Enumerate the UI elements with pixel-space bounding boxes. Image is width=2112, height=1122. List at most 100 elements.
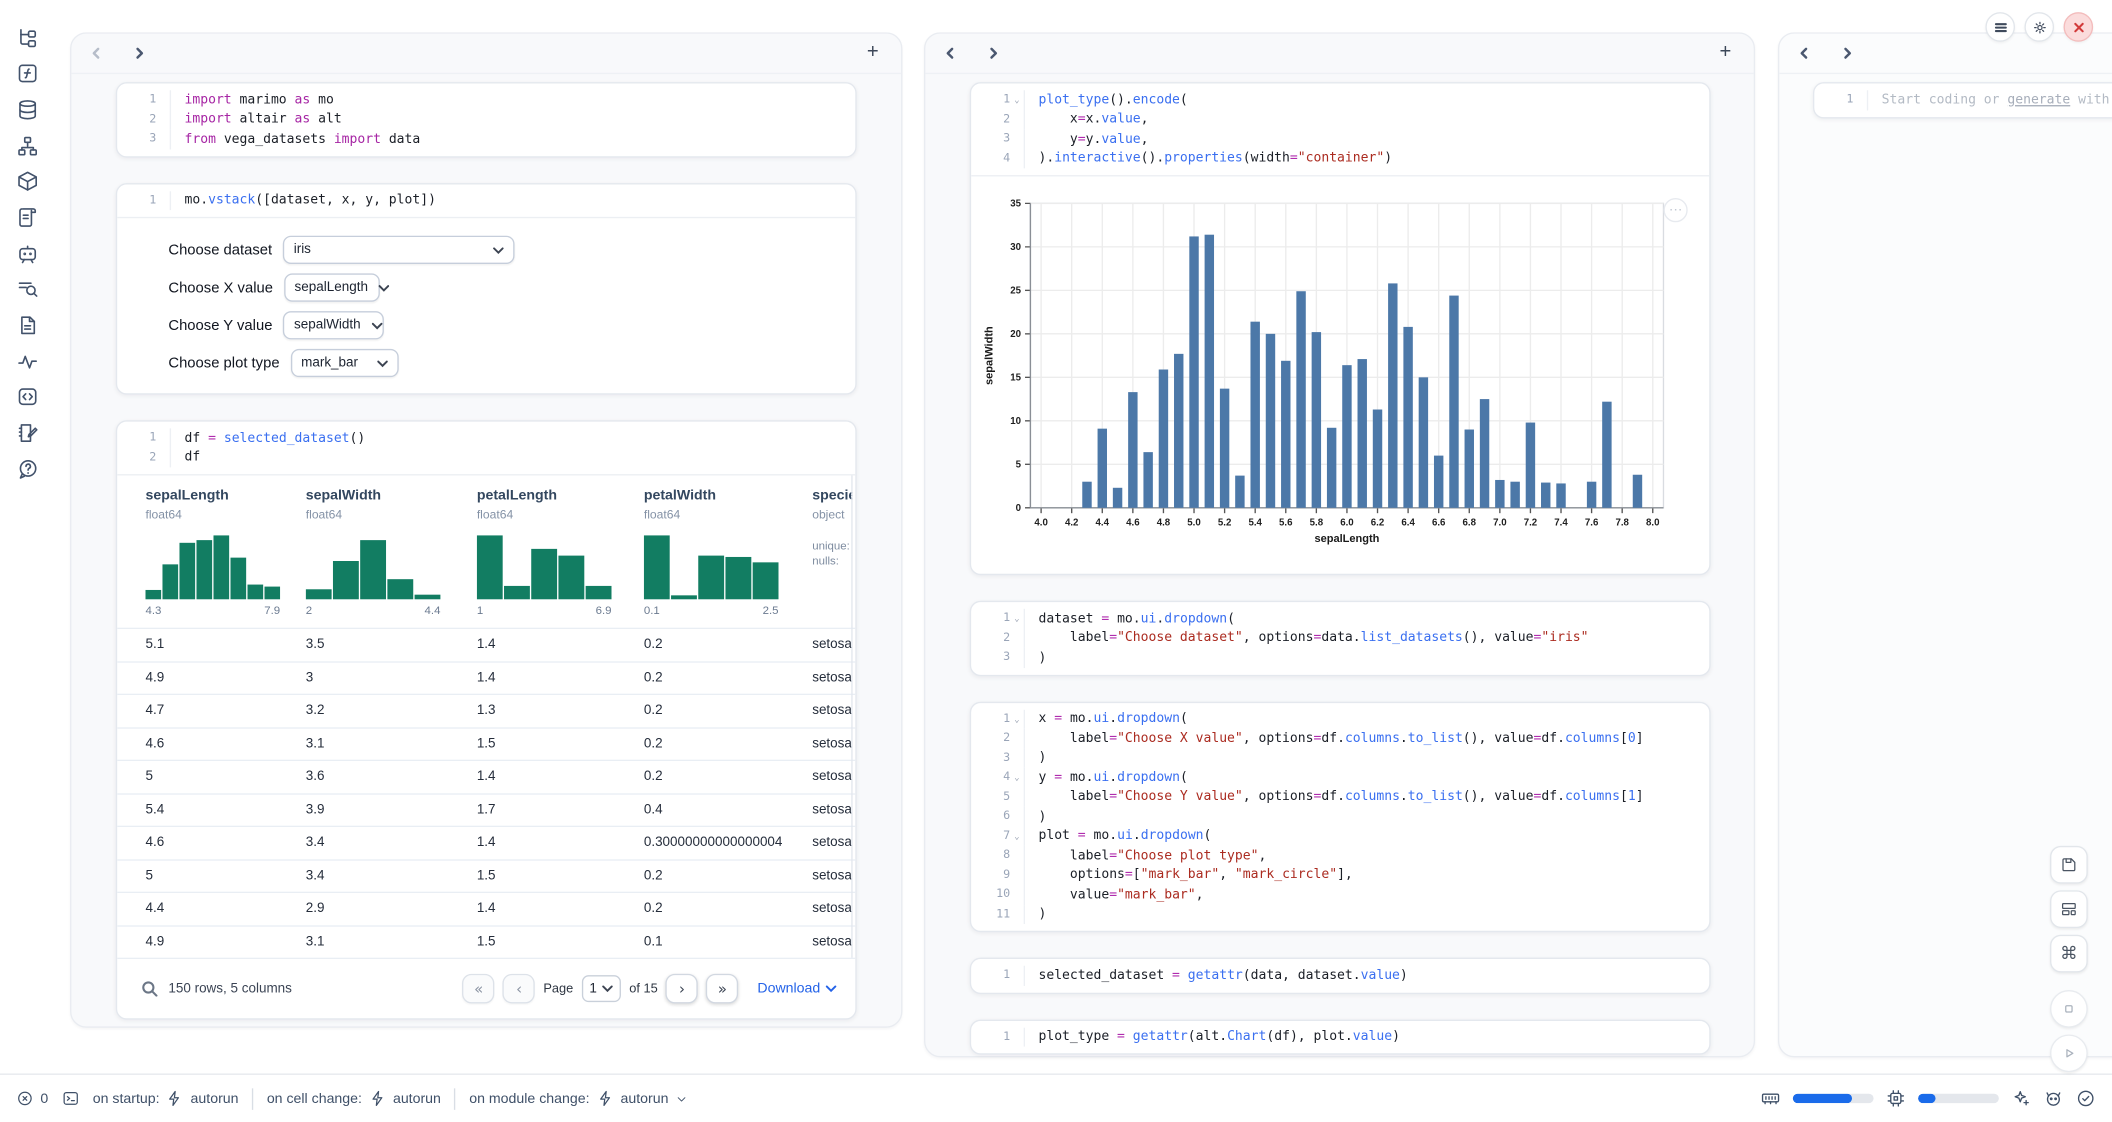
add-cell-button[interactable]: + (1713, 40, 1737, 64)
code-text[interactable]: import altair as alt (185, 112, 342, 127)
code-line[interactable]: 2 x=x.value, (979, 110, 1698, 130)
table-row[interactable]: 53.61.40.2setosa (117, 760, 855, 793)
table-row[interactable]: 5.13.51.40.2setosa (117, 628, 855, 661)
column-name[interactable]: petalWidth (644, 488, 812, 504)
save-button[interactable] (2050, 846, 2088, 884)
runtime-on-cell-change[interactable]: on cell change: autorun (267, 1090, 441, 1108)
table-scroll-divider[interactable] (851, 475, 852, 957)
cpu-indicator[interactable] (1886, 1088, 1906, 1108)
sidebar-item-function-square[interactable] (7, 57, 47, 89)
column-name[interactable]: species (812, 488, 852, 504)
copilot-button[interactable] (2043, 1088, 2063, 1108)
dropdown-select[interactable]: sepalLength (284, 273, 380, 301)
dropdown-select[interactable]: mark_bar (290, 349, 398, 377)
bar-chart[interactable]: 051015202530354.04.24.44.64.85.05.25.45.… (979, 185, 1709, 566)
code-text[interactable]: label="Choose dataset", options=data.lis… (1038, 631, 1588, 646)
code-text[interactable]: options=["mark_bar", "mark_circle"], (1038, 868, 1352, 883)
code-line[interactable]: 4⌄y = mo.ui.dropdown( (979, 768, 1698, 788)
code-text[interactable]: df (185, 450, 201, 465)
fold-chevron-icon[interactable]: ⌄ (1010, 613, 1023, 624)
sidebar-item-help-bubble[interactable] (7, 453, 47, 485)
code-line[interactable]: 2 label="Choose dataset", options=data.l… (979, 628, 1698, 648)
table-column-header[interactable]: petalLengthfloat6416.9 (477, 488, 644, 617)
code-text[interactable]: value="mark_bar", (1038, 887, 1203, 902)
search-icon[interactable] (141, 981, 157, 997)
table-row[interactable]: 4.73.21.30.2setosa (117, 694, 855, 727)
code-line[interactable]: 1import marimo as mo (125, 90, 844, 110)
code-text[interactable]: df = selected_dataset() (185, 431, 366, 446)
fold-chevron-icon[interactable]: ⌄ (1010, 831, 1023, 842)
sidebar-item-file-tree[interactable] (7, 22, 47, 54)
column-prev-button[interactable] (939, 43, 961, 65)
layout-button[interactable] (2050, 890, 2088, 928)
code-line[interactable]: 2import altair as alt (125, 110, 844, 130)
code-line[interactable]: 10 value="mark_bar", (979, 885, 1698, 905)
sidebar-item-chat-bot[interactable] (7, 237, 47, 269)
code-line[interactable]: 3 y=y.value, (979, 129, 1698, 149)
dropdown-select[interactable]: sepalWidth (283, 311, 384, 339)
code-text[interactable]: plot_type = getattr(alt.Chart(df), plot.… (1038, 1029, 1399, 1044)
code-text[interactable]: ) (1038, 650, 1046, 665)
code-text[interactable]: ) (1038, 751, 1046, 766)
code-line[interactable]: 1⌄x = mo.ui.dropdown( (979, 709, 1698, 729)
settings-button[interactable] (2024, 12, 2054, 42)
table-column-header[interactable]: sepalWidthfloat6424.4 (306, 488, 477, 617)
code-line[interactable]: 1plot_type = getattr(alt.Chart(df), plot… (979, 1027, 1698, 1047)
code-line[interactable]: 2 label="Choose X value", options=df.col… (979, 729, 1698, 749)
code-text[interactable]: from vega_datasets import data (185, 132, 421, 147)
table-row[interactable]: 5.43.91.70.4setosa (117, 793, 855, 826)
close-button[interactable] (2064, 12, 2094, 42)
code-line[interactable]: 7⌄plot = mo.ui.dropdown( (979, 826, 1698, 846)
terminal-button[interactable] (62, 1090, 80, 1108)
bar-chart-svg[interactable]: 051015202530354.04.24.44.64.85.05.25.45.… (979, 185, 1698, 559)
dropdown-select[interactable]: iris (283, 236, 515, 264)
chart-menu-button[interactable]: ⋯ (1663, 198, 1687, 222)
code-line[interactable]: 1⌄dataset = mo.ui.dropdown( (979, 609, 1698, 629)
fold-chevron-icon[interactable]: ⌄ (1010, 714, 1023, 725)
memory-indicator[interactable] (1760, 1088, 1780, 1108)
column-name[interactable]: sepalWidth (306, 488, 477, 504)
page-number-select[interactable]: 1 (581, 975, 621, 1002)
code-text[interactable]: y = mo.ui.dropdown( (1038, 770, 1187, 785)
code-line[interactable]: 5 label="Choose Y value", options=df.col… (979, 787, 1698, 807)
code-text[interactable]: dataset = mo.ui.dropdown( (1038, 611, 1235, 626)
code-line[interactable]: 1mo.vstack([dataset, x, y, plot]) (125, 191, 844, 211)
code-text[interactable]: ) (1038, 809, 1046, 824)
code-line[interactable]: 2df (125, 448, 844, 468)
runtime-on-startup[interactable]: on startup: autorun (93, 1090, 239, 1108)
code-text[interactable]: x = mo.ui.dropdown( (1038, 712, 1187, 727)
sidebar-item-notebook-edit[interactable] (7, 417, 47, 449)
menu-button[interactable] (1985, 12, 2015, 42)
code-text[interactable]: label="Choose Y value", options=df.colum… (1038, 790, 1643, 805)
code-text[interactable]: label="Choose X value", options=df.colum… (1038, 731, 1643, 746)
code-text[interactable]: ) (1038, 907, 1046, 922)
keyboard-shortcuts-button[interactable]: ⌘ (2050, 935, 2088, 973)
column-name[interactable]: petalLength (477, 488, 644, 504)
code-line[interactable]: 9 options=["mark_bar", "mark_circle"], (979, 865, 1698, 885)
fold-chevron-icon[interactable]: ⌄ (1010, 772, 1023, 783)
sidebar-item-package-cube[interactable] (7, 165, 47, 197)
code-text[interactable]: plot = mo.ui.dropdown( (1038, 829, 1211, 844)
table-column-header[interactable]: speciesobjectunique:nulls: (812, 488, 852, 617)
code-line[interactable]: 1 Start coding or generate with (1822, 90, 2112, 110)
code-line[interactable]: 8 label="Choose plot type", (979, 846, 1698, 866)
download-button[interactable]: Download (757, 981, 836, 997)
code-line[interactable]: 1df = selected_dataset() (125, 428, 844, 448)
column-next-button[interactable] (982, 43, 1004, 65)
sidebar-item-script-scroll[interactable] (7, 201, 47, 233)
code-line[interactable]: 1⌄plot_type().encode( (979, 90, 1698, 110)
code-text[interactable]: y=y.value, (1038, 132, 1148, 147)
table-row[interactable]: 4.63.41.40.30000000000000004setosa (117, 826, 855, 859)
code-text[interactable]: import marimo as mo (185, 93, 334, 108)
table-column-header[interactable]: sepalLengthfloat644.37.9 (145, 488, 305, 617)
stop-button[interactable] (2050, 990, 2088, 1028)
code-text[interactable]: ).interactive().properties(width="contai… (1038, 151, 1392, 166)
code-line[interactable]: 3from vega_datasets import data (125, 129, 844, 149)
code-text[interactable]: plot_type().encode( (1038, 93, 1187, 108)
connection-status-button[interactable] (2076, 1088, 2096, 1108)
first-page-button[interactable]: « (463, 974, 495, 1004)
table-row[interactable]: 4.63.11.50.2setosa (117, 727, 855, 760)
code-text[interactable]: x=x.value, (1038, 112, 1148, 127)
run-button[interactable] (2050, 1034, 2088, 1072)
next-page-button[interactable]: › (666, 974, 698, 1004)
